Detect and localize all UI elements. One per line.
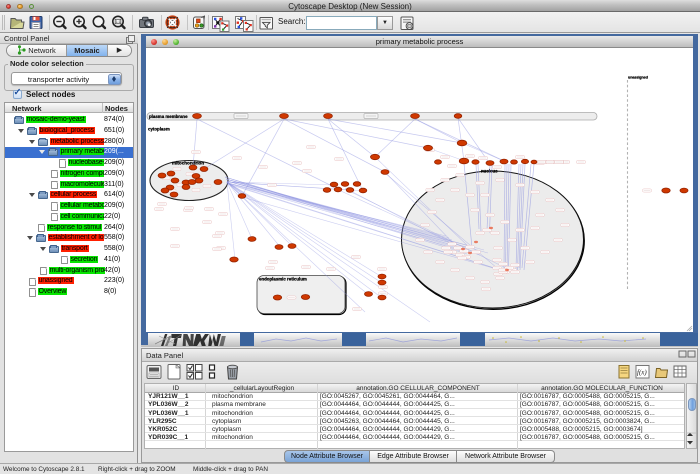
svg-text:1:1: 1:1: [116, 20, 121, 24]
svg-text:f(x): f(x): [637, 369, 647, 377]
svg-text:plasma membrane: plasma membrane: [149, 114, 188, 119]
svg-text:cytoplasm: cytoplasm: [148, 127, 170, 132]
svg-text:unassigned: unassigned: [628, 76, 648, 80]
svg-text:endoplasmic reticulum: endoplasmic reticulum: [259, 277, 307, 282]
svg-text:mitochondrion: mitochondrion: [172, 161, 204, 166]
